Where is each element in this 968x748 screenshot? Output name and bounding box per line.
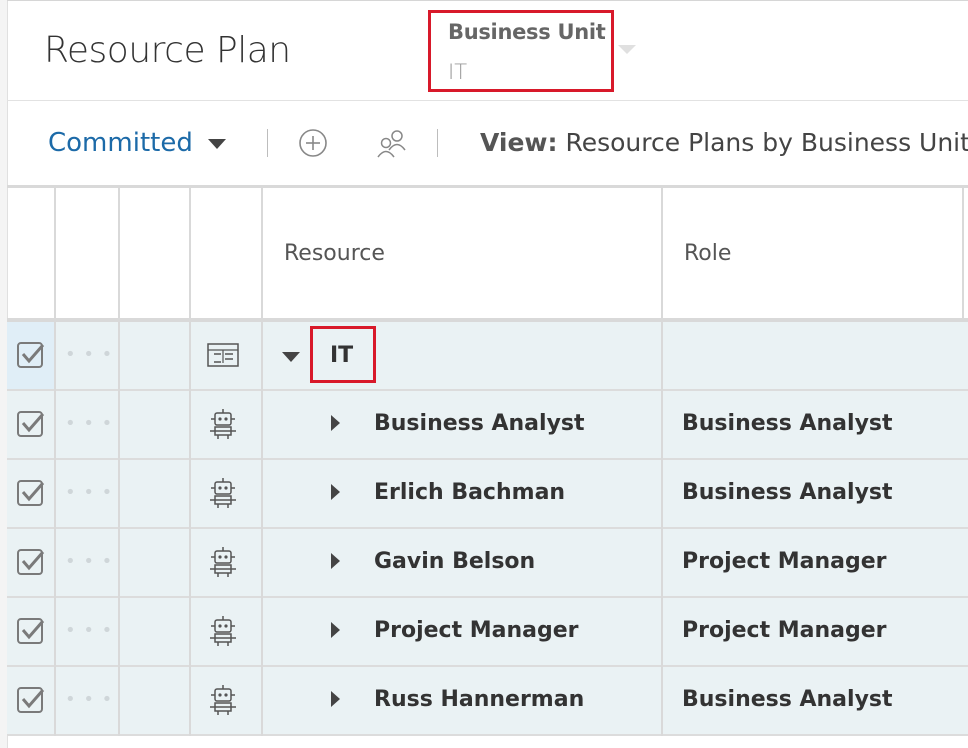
expand-caret-icon[interactable] bbox=[331, 622, 340, 638]
business-unit-select[interactable]: IT bbox=[448, 60, 467, 84]
plus-circle-icon[interactable] bbox=[298, 128, 328, 158]
expand-caret-icon[interactable] bbox=[331, 691, 340, 707]
table-row[interactable]: • • • Business Analyst Business Analyst bbox=[7, 391, 968, 460]
robot-icon bbox=[210, 616, 236, 646]
column-divider bbox=[261, 188, 263, 736]
header-divider bbox=[7, 100, 968, 101]
view-selector[interactable]: View: Resource Plans by Business Unit bbox=[480, 128, 968, 157]
table-row[interactable]: • • • Russ Hannerman Business Analyst bbox=[7, 667, 968, 736]
table-row[interactable]: • • • Project Manager Project Manager bbox=[7, 598, 968, 667]
checkbox-checked-icon[interactable] bbox=[16, 616, 46, 646]
resource-name[interactable]: Business Analyst bbox=[374, 411, 585, 436]
chevron-down-icon[interactable] bbox=[208, 139, 226, 149]
column-divider bbox=[962, 188, 964, 318]
view-name: Resource Plans by Business Unit bbox=[565, 128, 968, 157]
robot-icon bbox=[210, 685, 236, 715]
toolbar-divider bbox=[437, 129, 438, 157]
resource-name[interactable]: Project Manager bbox=[374, 618, 579, 643]
checkbox-checked-icon[interactable] bbox=[16, 685, 46, 715]
column-divider bbox=[54, 188, 56, 736]
collapse-caret-icon[interactable] bbox=[282, 352, 300, 362]
page-title: Resource Plan bbox=[44, 30, 291, 71]
committed-filter-button[interactable]: Committed bbox=[48, 128, 193, 158]
expand-caret-icon[interactable] bbox=[331, 415, 340, 431]
expand-caret-icon[interactable] bbox=[331, 553, 340, 569]
group-row[interactable]: • • • IT bbox=[7, 322, 968, 391]
row-actions-icon[interactable]: • • • bbox=[65, 344, 113, 365]
checkbox-checked-icon[interactable] bbox=[16, 409, 46, 439]
role-name: Project Manager bbox=[682, 549, 887, 574]
resource-name[interactable]: Erlich Bachman bbox=[374, 480, 565, 505]
expand-caret-icon[interactable] bbox=[331, 484, 340, 500]
role-name: Business Analyst bbox=[682, 411, 893, 436]
resource-name[interactable]: Gavin Belson bbox=[374, 549, 535, 574]
view-prefix: View: bbox=[480, 128, 558, 157]
checkbox-checked-icon[interactable] bbox=[16, 478, 46, 508]
row-actions-icon[interactable]: • • • bbox=[65, 482, 113, 503]
role-name: Project Manager bbox=[682, 618, 887, 643]
business-unit-label: Business Unit bbox=[448, 20, 606, 44]
role-name: Business Analyst bbox=[682, 480, 893, 505]
table-row[interactable]: • • • Erlich Bachman Business Analyst bbox=[7, 460, 968, 529]
role-name: Business Analyst bbox=[682, 687, 893, 712]
checkbox-checked-icon[interactable] bbox=[16, 547, 46, 577]
row-actions-icon[interactable]: • • • bbox=[65, 620, 113, 641]
column-divider bbox=[118, 188, 120, 736]
top-border bbox=[7, 0, 968, 1]
people-icon[interactable] bbox=[374, 126, 408, 160]
robot-icon bbox=[210, 478, 236, 508]
column-divider bbox=[189, 188, 191, 736]
column-header-role[interactable]: Role bbox=[684, 241, 731, 266]
row-actions-icon[interactable]: • • • bbox=[65, 551, 113, 572]
row-actions-icon[interactable]: • • • bbox=[65, 689, 113, 710]
table-row[interactable]: • • • Gavin Belson Project Manager bbox=[7, 529, 968, 598]
robot-icon bbox=[210, 409, 236, 439]
group-name[interactable]: IT bbox=[330, 343, 353, 368]
row-actions-icon[interactable]: • • • bbox=[65, 413, 113, 434]
column-divider bbox=[661, 188, 663, 736]
org-chart-icon bbox=[207, 343, 239, 367]
robot-icon bbox=[210, 547, 236, 577]
checkbox-checked-icon[interactable] bbox=[16, 340, 46, 370]
grid-top-border bbox=[7, 185, 968, 188]
resource-name[interactable]: Russ Hannerman bbox=[374, 687, 584, 712]
business-unit-dropdown-icon[interactable] bbox=[618, 45, 636, 54]
toolbar-divider bbox=[267, 129, 268, 157]
column-header-resource[interactable]: Resource bbox=[284, 241, 385, 266]
